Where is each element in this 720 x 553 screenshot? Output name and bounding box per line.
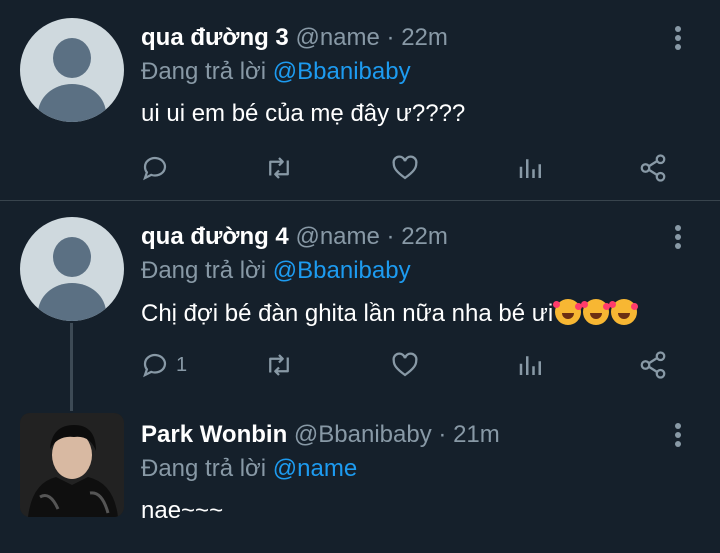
tweet-actions: 1	[140, 347, 680, 383]
tweet-header: qua đường 3 @name · 22m	[141, 24, 448, 52]
timestamp[interactable]: 22m	[401, 24, 448, 51]
separator-dot: ·	[386, 223, 395, 250]
smiling-face-with-hearts-icon	[609, 299, 639, 325]
thread-line	[70, 323, 73, 411]
profile-photo[interactable]	[20, 413, 124, 517]
username[interactable]: @Bbanibaby	[294, 421, 432, 448]
more-vertical-icon[interactable]	[666, 26, 690, 54]
username[interactable]: @name	[295, 223, 379, 250]
reply-button[interactable]: 1	[140, 347, 187, 383]
like-button[interactable]	[390, 347, 420, 383]
avatar[interactable]	[20, 18, 124, 122]
share-button[interactable]	[638, 347, 668, 383]
replying-to: Đang trả lời @Bbanibaby	[141, 58, 411, 86]
share-icon	[640, 154, 666, 182]
smiling-face-with-hearts-icon	[553, 299, 583, 325]
like-button[interactable]	[390, 150, 420, 186]
display-name[interactable]: qua đường 4	[141, 223, 289, 250]
retweet-button[interactable]	[264, 150, 294, 186]
heart-icon	[392, 352, 418, 377]
reply-icon	[143, 156, 167, 181]
replying-to-label: Đang trả lời	[141, 455, 267, 482]
reply-button[interactable]	[140, 150, 176, 186]
profile-photo-image	[20, 413, 124, 517]
tweet-text: Chị đợi bé đàn ghita lần nữa nha bé ưi	[141, 299, 639, 328]
replying-to-label: Đang trả lời	[141, 257, 267, 284]
mention-link[interactable]: @name	[273, 455, 357, 482]
tweet-text: ui ui em bé của mẹ đây ư????	[141, 100, 466, 127]
timestamp[interactable]: 22m	[401, 223, 448, 250]
display-name[interactable]: Park Wonbin	[141, 421, 287, 448]
replying-to: Đang trả lời @Bbanibaby	[141, 257, 411, 285]
views-button[interactable]	[516, 150, 546, 186]
separator-dot: ·	[438, 421, 447, 448]
tweet[interactable]: Park Wonbin @Bbanibaby · 21m Đang trả lờ…	[0, 411, 720, 553]
tweet-header: qua đường 4 @name · 22m	[141, 223, 448, 251]
avatar[interactable]	[20, 217, 124, 321]
mention-link[interactable]: @Bbanibaby	[273, 257, 411, 284]
timestamp[interactable]: 21m	[453, 421, 500, 448]
tweet-actions	[140, 150, 680, 186]
mention-link[interactable]: @Bbanibaby	[273, 58, 411, 85]
more-vertical-icon[interactable]	[666, 423, 690, 451]
more-vertical-icon[interactable]	[666, 225, 690, 253]
retweet-icon	[269, 354, 289, 376]
tweet[interactable]: qua đường 4 @name · 22m Đang trả lời @Bb…	[0, 201, 720, 411]
views-button[interactable]	[516, 347, 546, 383]
separator-dot: ·	[386, 24, 395, 51]
tweet-text-body: Chị đợi bé đàn ghita lần nữa nha bé ưi	[141, 300, 554, 327]
share-icon	[640, 351, 666, 379]
replying-to: Đang trả lời @name	[141, 455, 357, 483]
reply-count: 1	[176, 353, 188, 376]
retweet-button[interactable]	[264, 347, 294, 383]
tweet[interactable]: qua đường 3 @name · 22m Đang trả lời @Bb…	[0, 0, 720, 200]
username[interactable]: @name	[295, 24, 379, 51]
tweet-text: nae~~~	[141, 497, 224, 524]
reply-icon	[143, 353, 167, 378]
analytics-icon	[519, 159, 541, 178]
retweet-icon	[269, 157, 289, 179]
smiling-face-with-hearts-icon	[581, 299, 611, 325]
tweet-header: Park Wonbin @Bbanibaby · 21m	[141, 421, 500, 449]
analytics-icon	[519, 356, 541, 375]
share-button[interactable]	[638, 150, 668, 186]
display-name[interactable]: qua đường 3	[141, 24, 289, 51]
heart-icon	[392, 155, 418, 180]
replying-to-label: Đang trả lời	[141, 58, 267, 85]
